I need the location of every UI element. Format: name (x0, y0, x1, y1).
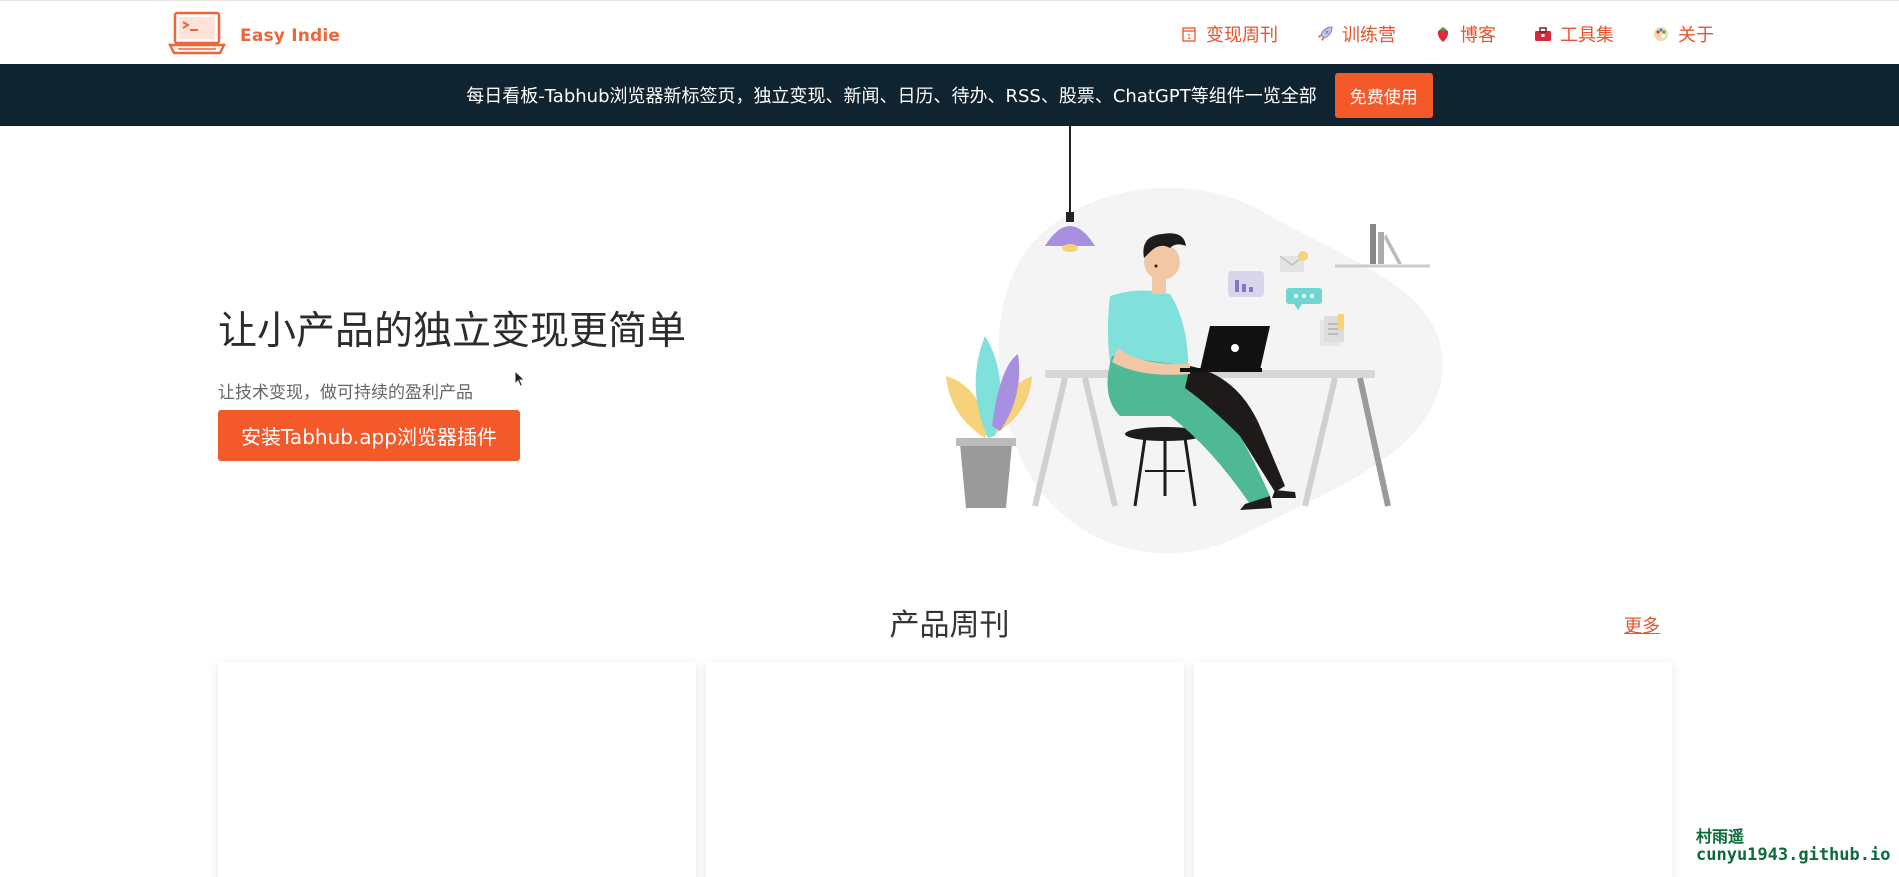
rocket-icon (1316, 25, 1334, 43)
laptop-logo-icon (167, 11, 227, 61)
watermark-author: 村雨遥 (1696, 827, 1745, 846)
nav-item-tools[interactable]: 工具集 (1534, 21, 1614, 47)
nav-item-label: 关于 (1678, 25, 1714, 46)
hero-subtitle: 让技术变现，做可持续的盈利产品 (218, 383, 473, 403)
main-nav: 1 变现周刊 训练营 博客 工具集 关于 (1180, 21, 1714, 47)
free-use-button[interactable]: 免费使用 (1334, 72, 1433, 118)
nav-item-bootcamp[interactable]: 训练营 (1316, 21, 1396, 47)
weekly-card[interactable] (1194, 662, 1672, 877)
watermark: 村雨遥 cunyu1943.github.io (1696, 827, 1891, 866)
nav-item-blog[interactable]: 博客 (1434, 21, 1496, 47)
nav-item-label: 博客 (1460, 25, 1496, 46)
nav-item-label: 工具集 (1560, 25, 1614, 46)
palette-icon (1652, 25, 1670, 43)
strawberry-icon (1434, 25, 1452, 43)
brand-logo-link[interactable]: Easy Indie (167, 11, 341, 61)
nav-item-label: 变现周刊 (1206, 25, 1278, 46)
section-title-weekly: 产品周刊 (889, 608, 1010, 643)
calendar-icon: 1 (1180, 25, 1198, 43)
announcement-text: 每日看板-Tabhub浏览器新标签页，独立变现、新闻、日历、待办、RSS、股票、… (466, 86, 1317, 107)
watermark-site: cunyu1943.github.io (1696, 845, 1891, 866)
weekly-card[interactable] (706, 662, 1184, 877)
site-header: Easy Indie 1 变现周刊 训练营 博客 工具集 关于 (0, 0, 1899, 64)
brand-name: Easy Indie (240, 26, 341, 46)
hero-illustration (940, 126, 1460, 570)
announcement-banner: 每日看板-Tabhub浏览器新标签页，独立变现、新闻、日历、待办、RSS、股票、… (0, 64, 1899, 126)
toolbox-icon (1534, 25, 1552, 43)
hero-title: 让小产品的独立变现更简单 (218, 309, 687, 354)
nav-item-about[interactable]: 关于 (1652, 21, 1714, 47)
mouse-cursor-icon (514, 369, 526, 392)
nav-item-weekly[interactable]: 1 变现周刊 (1180, 21, 1278, 47)
svg-text:1: 1 (1187, 33, 1191, 41)
nav-item-label: 训练营 (1342, 25, 1396, 46)
weekly-card[interactable] (218, 662, 696, 877)
more-link[interactable]: 更多 (1624, 612, 1660, 638)
install-extension-button[interactable]: 安装Tabhub.app浏览器插件 (218, 410, 520, 461)
